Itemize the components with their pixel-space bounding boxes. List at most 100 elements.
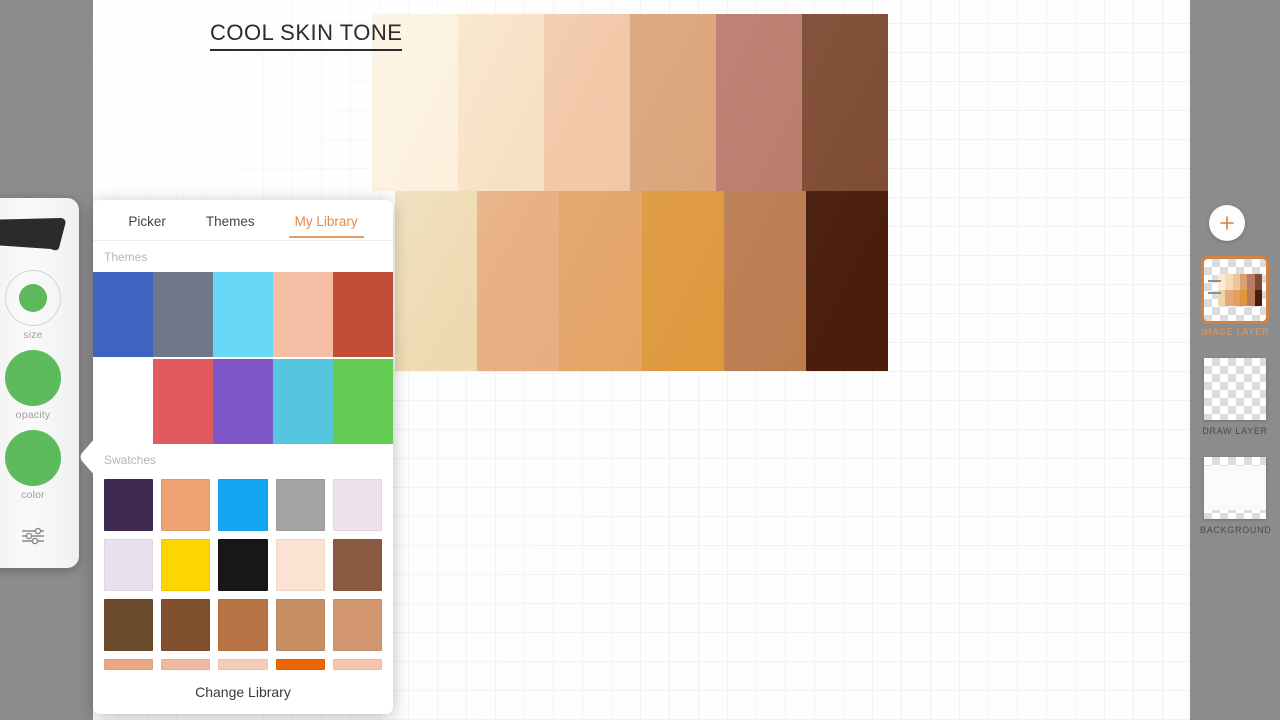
color-band [802, 14, 888, 191]
theme-color-cell[interactable] [273, 359, 333, 444]
add-layer-button[interactable] [1209, 205, 1245, 241]
brush-size-control[interactable]: size [0, 270, 79, 341]
skin-tone-band-row-bottom [395, 191, 889, 371]
color-band [395, 191, 478, 371]
color-band [641, 191, 724, 371]
color-band [477, 191, 560, 371]
thumb-color-band [1225, 290, 1233, 306]
tab-themes[interactable]: Themes [200, 203, 261, 238]
thumb-color-band [1232, 290, 1240, 306]
transparency-checker [1204, 358, 1266, 420]
swatch-row [104, 539, 383, 591]
color-band [458, 14, 544, 191]
layer-thumbnail [1201, 256, 1269, 324]
color-swatch[interactable] [332, 599, 383, 651]
color-swatch[interactable] [275, 479, 325, 531]
layer-thumbnail [1204, 358, 1266, 420]
layer-thumbnail [1204, 457, 1266, 519]
thumb-band-row [1218, 274, 1262, 290]
color-swatch[interactable] [332, 479, 383, 531]
thumb-color-band [1232, 274, 1240, 290]
color-swatch[interactable] [218, 599, 268, 651]
theme-color-cell[interactable] [153, 359, 213, 444]
thumb-title-line [1208, 280, 1221, 282]
theme-color-cell[interactable] [93, 272, 153, 357]
color-swatch[interactable] [218, 539, 268, 591]
thumb-band-row [1218, 290, 1262, 306]
color-swatch[interactable] [275, 539, 325, 591]
color-swatch[interactable] [275, 599, 325, 651]
brush-opacity-control[interactable]: opacity [0, 350, 79, 421]
brush-size-label: size [23, 329, 43, 341]
layer-thumbnail-content [1218, 274, 1262, 306]
thumb-color-band [1254, 290, 1262, 306]
brush-color-control[interactable]: color [0, 430, 79, 501]
brush-stroke-preview-icon [0, 214, 79, 254]
theme-color-cell[interactable] [333, 359, 393, 444]
color-swatch[interactable] [104, 539, 154, 591]
popover-tabs: Picker Themes My Library [93, 200, 393, 241]
thumb-color-band [1225, 274, 1233, 290]
color-swatch[interactable] [161, 539, 211, 591]
tab-picker[interactable]: Picker [122, 203, 172, 238]
color-swatch[interactable] [275, 659, 325, 670]
color-band [544, 14, 630, 191]
color-dot-icon [5, 430, 61, 486]
page-title: COOL SKIN TONE [210, 20, 403, 45]
layer-item-image-layer[interactable]: IMAGE LAYER [1200, 256, 1270, 337]
chart-title-block: COOL SKIN TONE [210, 20, 403, 51]
brush-settings-button[interactable] [0, 516, 79, 556]
theme-row[interactable] [93, 359, 393, 444]
color-band [805, 191, 889, 371]
theme-color-cell[interactable] [213, 272, 273, 357]
theme-color-cell[interactable] [153, 272, 213, 357]
app-root: COOL SKIN TONE size opacity color Picker… [0, 0, 1280, 720]
swatch-row [104, 659, 383, 670]
color-band [630, 14, 716, 191]
thumb-color-band [1218, 274, 1226, 290]
size-dot-icon [19, 284, 47, 312]
swatches-grid[interactable] [93, 475, 393, 670]
background-fill [1204, 466, 1266, 510]
opacity-dot-icon [5, 350, 61, 406]
plus-icon [1220, 216, 1234, 230]
layer-item-draw-layer[interactable]: DRAW LAYER [1200, 358, 1270, 436]
color-swatch[interactable] [332, 539, 383, 591]
layer-label: IMAGE LAYER [1200, 327, 1270, 337]
theme-color-cell[interactable] [273, 272, 333, 357]
theme-color-cell[interactable] [213, 359, 273, 444]
swatch-row [104, 599, 383, 651]
brush-tool-panel: size opacity color [0, 198, 79, 568]
layers-panel: IMAGE LAYER DRAW LAYER BACKGROUND [1190, 0, 1280, 720]
color-swatch[interactable] [161, 659, 211, 670]
swatches-section-label: Swatches [93, 444, 393, 475]
thumb-color-band [1247, 290, 1255, 306]
theme-color-cell[interactable] [333, 272, 393, 357]
brush-opacity-label: opacity [15, 409, 51, 421]
thumb-color-band [1254, 274, 1262, 290]
swatch-row [104, 479, 383, 531]
color-swatch[interactable] [218, 479, 268, 531]
size-ring-icon [5, 270, 61, 326]
color-swatch[interactable] [332, 659, 383, 670]
change-library-button[interactable]: Change Library [93, 670, 393, 714]
title-underline [210, 49, 403, 51]
color-band [716, 14, 802, 191]
color-swatch[interactable] [104, 659, 154, 670]
color-swatch[interactable] [161, 479, 211, 531]
color-swatch[interactable] [104, 599, 154, 651]
color-swatch[interactable] [104, 479, 154, 531]
skin-tone-band-row-top [372, 14, 888, 191]
color-swatch[interactable] [161, 599, 211, 651]
thumb-color-band [1239, 274, 1248, 290]
themes-section-label: Themes [93, 241, 393, 272]
color-picker-popover: Picker Themes My Library Themes Swatches… [93, 200, 393, 714]
thumb-color-band [1239, 290, 1248, 306]
thumb-title-line [1208, 292, 1221, 294]
color-swatch[interactable] [218, 659, 268, 670]
layer-label: BACKGROUND [1200, 525, 1272, 535]
brush-color-label: color [21, 489, 45, 501]
theme-row[interactable] [93, 272, 393, 357]
tab-my-library[interactable]: My Library [288, 203, 364, 238]
layer-item-background[interactable]: BACKGROUND [1200, 457, 1272, 535]
